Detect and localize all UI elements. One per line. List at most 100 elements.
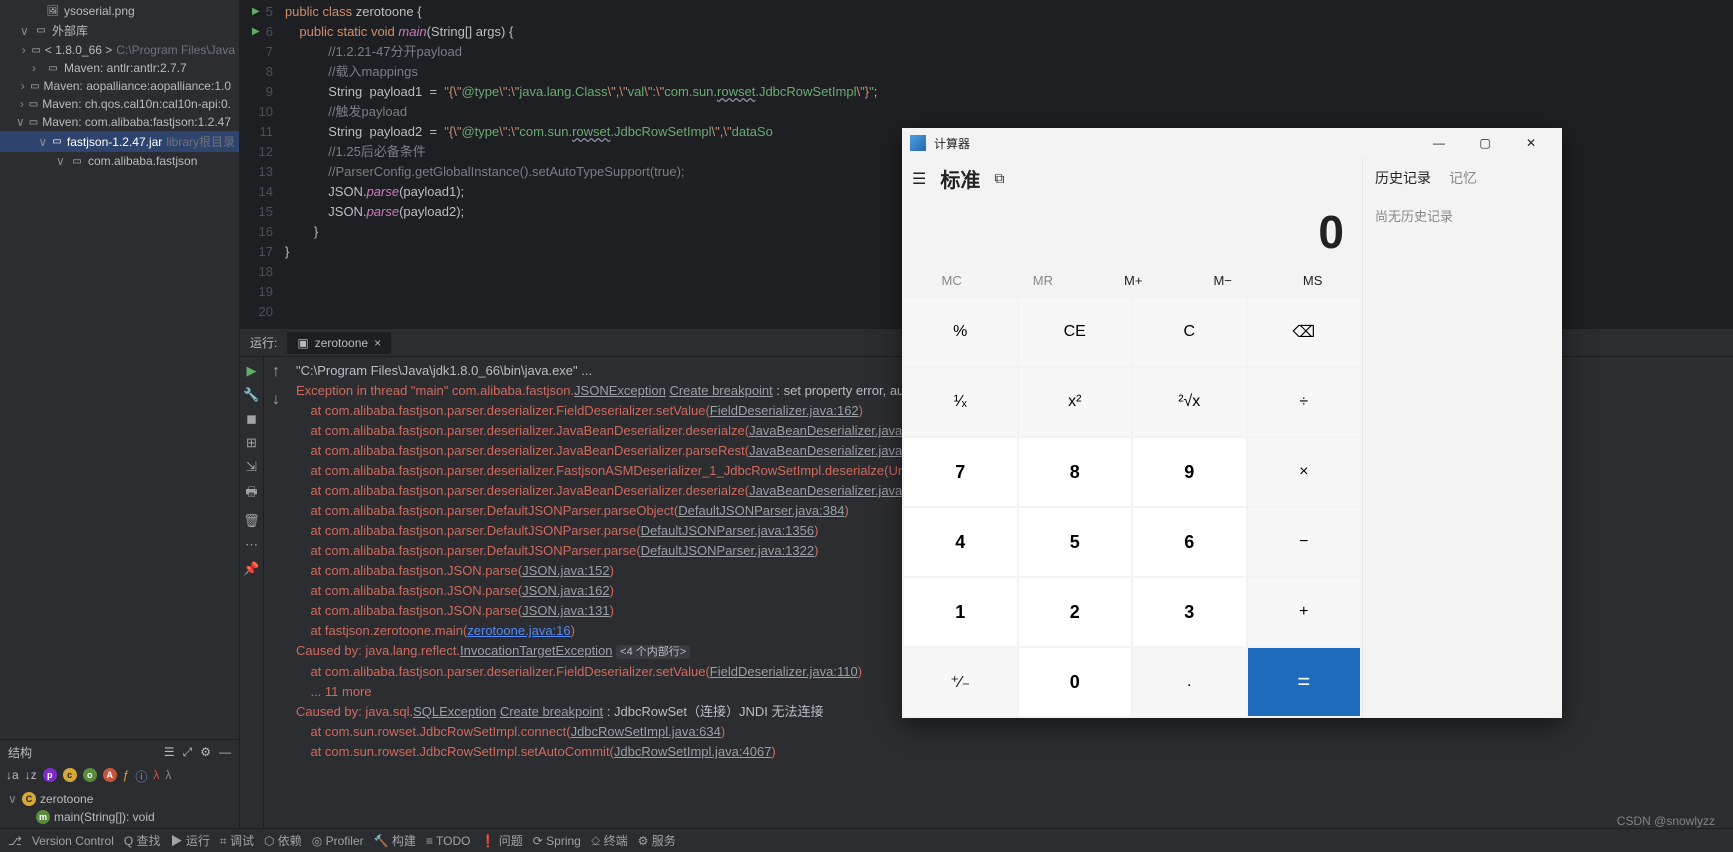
calc-btn-.[interactable]: . — [1133, 648, 1246, 716]
run-settings-icon[interactable]: 🔧 — [243, 387, 259, 403]
close-icon[interactable]: ✕ — [1508, 128, 1554, 158]
anon-icon[interactable]: λ — [153, 768, 159, 785]
minimize-icon[interactable]: — — [1416, 128, 1462, 158]
calc-btn-−[interactable]: − — [1248, 508, 1361, 576]
restore-icon[interactable]: ⇲ — [246, 459, 257, 475]
history-empty: 尚无历史记录 — [1375, 206, 1550, 225]
mem-m−[interactable]: M− — [1213, 273, 1231, 288]
run-tab-zerotoone[interactable]: ▣ zerotoone × — [287, 332, 391, 354]
calc-btn-2[interactable]: 2 — [1019, 578, 1132, 646]
fields-icon[interactable]: ƒ — [123, 768, 130, 785]
filter-p-icon[interactable]: p — [43, 768, 57, 782]
filter-c-icon[interactable]: c — [63, 768, 77, 782]
calc-btn-=[interactable]: = — [1248, 648, 1361, 716]
calc-btn-×[interactable]: × — [1248, 438, 1361, 506]
calc-mode: 标准 — [940, 164, 980, 193]
project-sidebar: 🖼ysoserial.png∨▭外部库›▭< 1.8.0_66 > C:\Pro… — [0, 0, 240, 828]
calculator-titlebar[interactable]: 计算器 — ▢ ✕ — [902, 128, 1562, 158]
status-item[interactable]: ⚙ 服务 — [638, 832, 676, 849]
status-item[interactable]: Q 查找 — [124, 832, 161, 849]
tree-item[interactable]: ∨▭外部库 — [0, 20, 239, 41]
tree-item[interactable]: ›▭Maven: antlr:antlr:2.7.7 — [0, 59, 239, 77]
pin-icon[interactable]: 📌 — [243, 561, 259, 577]
run-config-icon: ▣ — [297, 336, 308, 350]
filter-a-icon[interactable]: A — [103, 768, 117, 782]
mem-ms[interactable]: MS — [1303, 273, 1323, 288]
up-icon[interactable]: ↑ — [272, 363, 280, 381]
expand-icon[interactable]: ⤢ — [183, 745, 193, 760]
mem-mc[interactable]: MC — [942, 273, 962, 288]
status-item[interactable]: Version Control — [32, 834, 114, 848]
sort-alpha-icon[interactable]: ↓a — [6, 768, 19, 785]
calc-btn-+[interactable]: + — [1248, 578, 1361, 646]
calculator-title: 计算器 — [934, 135, 970, 152]
calculator-app-icon — [910, 135, 926, 151]
sort-icon[interactable]: ☰ — [164, 745, 175, 760]
watermark: CSDN @snowlyzz — [1617, 814, 1715, 828]
calc-btn-5[interactable]: 5 — [1019, 508, 1132, 576]
more-icon[interactable]: ⋯ — [245, 537, 258, 553]
tree-item[interactable]: 🖼ysoserial.png — [0, 2, 239, 20]
maximize-icon[interactable]: ▢ — [1462, 128, 1508, 158]
lambda-icon[interactable]: λ — [165, 768, 171, 785]
tree-item[interactable]: ∨▭Maven: com.alibaba:fastjson:1.2.47 — [0, 113, 239, 131]
calc-display: 0 — [902, 197, 1362, 269]
calc-btn-⌫[interactable]: ⌫ — [1248, 298, 1361, 366]
hide-icon[interactable]: — — [219, 745, 231, 760]
mem-m+[interactable]: M+ — [1124, 273, 1142, 288]
layout-icon[interactable]: ⊞ — [246, 435, 257, 451]
calc-btn-²√x[interactable]: ²√x — [1133, 368, 1246, 436]
structure-item[interactable]: mmain(String[]): void — [0, 808, 239, 826]
sort-vis-icon[interactable]: ↓z — [25, 768, 37, 785]
status-item[interactable]: 🔨 构建 — [374, 832, 416, 849]
calc-btn-%[interactable]: % — [904, 298, 1017, 366]
calc-rtab[interactable]: 记忆 — [1449, 168, 1477, 188]
status-item[interactable]: ⟳ Spring — [533, 834, 581, 848]
tree-item[interactable]: ∨▭fastjson-1.2.47.jar library根目录 — [0, 131, 239, 152]
status-item[interactable]: ≡ TODO — [426, 834, 471, 848]
trash-icon[interactable]: 🗑 — [243, 513, 260, 529]
calculator-window: 计算器 — ▢ ✕ ☰ 标准 ⧉ 0 MC MR M+ M− MS %CEC⌫ ¹⁄ₓx²… — [902, 128, 1562, 718]
run-label: 运行: — [240, 334, 287, 351]
structure-header: 结构 ☰ ⤢ ⚙ — — [0, 739, 239, 765]
close-icon[interactable]: × — [374, 336, 381, 350]
status-item[interactable]: ◎ Profiler — [312, 834, 364, 848]
status-item[interactable]: ⎐ 终端 — [591, 832, 628, 849]
calc-btn-x²[interactable]: x² — [1019, 368, 1132, 436]
calc-btn-3[interactable]: 3 — [1133, 578, 1246, 646]
hamburger-icon[interactable]: ☰ — [912, 169, 926, 189]
calc-btn-CE[interactable]: CE — [1019, 298, 1132, 366]
tree-item[interactable]: ›▭Maven: aopalliance:aopalliance:1.0 — [0, 77, 239, 95]
status-item[interactable]: ❗ 问题 — [480, 832, 522, 849]
tree-item[interactable]: ∨▭com.alibaba.fastjson — [0, 152, 239, 170]
calc-btn-÷[interactable]: ÷ — [1248, 368, 1361, 436]
status-item[interactable]: ⌗ 调试 — [220, 832, 254, 849]
calc-btn-C[interactable]: C — [1133, 298, 1246, 366]
gear-icon[interactable]: ⚙ — [200, 745, 211, 760]
calc-rtab[interactable]: 历史记录 — [1375, 168, 1431, 188]
tree-item[interactable]: ›▭Maven: ch.qos.cal10n:cal10n-api:0. — [0, 95, 239, 113]
calc-btn-9[interactable]: 9 — [1133, 438, 1246, 506]
calc-btn-⁺⁄₋[interactable]: ⁺⁄₋ — [904, 648, 1017, 716]
inherited-icon[interactable]: ⓘ — [135, 768, 147, 785]
tree-item[interactable]: ›▭< 1.8.0_66 > C:\Program Files\Java — [0, 41, 239, 59]
branch-icon[interactable]: ⎇ — [8, 834, 22, 848]
mem-mr[interactable]: MR — [1033, 273, 1053, 288]
calc-btn-6[interactable]: 6 — [1133, 508, 1246, 576]
filter-o-icon[interactable]: o — [83, 768, 97, 782]
calc-btn-0[interactable]: 0 — [1019, 648, 1132, 716]
calc-btn-¹⁄ₓ[interactable]: ¹⁄ₓ — [904, 368, 1017, 436]
status-item[interactable]: ⬡ 依赖 — [264, 832, 302, 849]
status-bar: ⎇ Version Control Q 查找 ▶ 运行 ⌗ 调试 ⬡ 依赖 ◎ Profil… — [0, 828, 1733, 852]
status-item[interactable]: ▶ 运行 — [171, 832, 210, 849]
calc-btn-1[interactable]: 1 — [904, 578, 1017, 646]
down-icon[interactable]: ↓ — [272, 391, 280, 409]
stop-icon[interactable]: ◼ — [246, 411, 257, 427]
structure-item[interactable]: ∨Czerotoone — [0, 790, 239, 808]
rerun-icon[interactable]: ▶ — [247, 363, 257, 379]
print-icon[interactable]: 🖶 — [245, 483, 257, 505]
calc-btn-4[interactable]: 4 — [904, 508, 1017, 576]
keep-on-top-icon[interactable]: ⧉ — [994, 170, 1004, 187]
calc-btn-7[interactable]: 7 — [904, 438, 1017, 506]
calc-btn-8[interactable]: 8 — [1019, 438, 1132, 506]
